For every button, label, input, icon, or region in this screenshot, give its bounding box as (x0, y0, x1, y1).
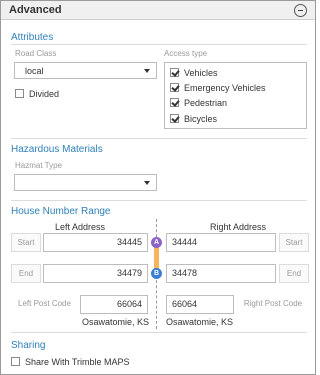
left-end-label: End (11, 264, 41, 283)
bicycles-checkbox[interactable] (170, 114, 179, 123)
collapse-icon[interactable] (294, 4, 307, 17)
divider (11, 332, 307, 333)
bicycles-label: Bicycles (184, 114, 218, 124)
advanced-panel: Advanced Attributes Road Class local Div… (0, 0, 316, 375)
divider (11, 44, 307, 45)
chevron-down-icon (144, 69, 150, 73)
left-end-input[interactable]: 34479 (43, 264, 148, 283)
right-start-label: Start (279, 233, 309, 252)
pedestrian-checkbox[interactable] (170, 98, 179, 107)
right-end-label: End (279, 264, 309, 283)
pedestrian-label: Pedestrian (184, 98, 228, 108)
house-number-title: House Number Range (11, 206, 111, 217)
right-post-code-input[interactable]: 66064 (166, 295, 234, 314)
hazmat-type-select[interactable] (14, 174, 157, 191)
left-address-header: Left Address (55, 222, 106, 232)
right-address-header: Right Address (210, 222, 267, 232)
right-city: Osawatomie, KS (166, 317, 234, 327)
emergency-vehicles-checkbox[interactable] (170, 83, 179, 92)
road-class-label: Road Class (15, 49, 57, 58)
vehicles-checkbox[interactable] (170, 68, 179, 77)
hazmat-title: Hazardous Materials (11, 144, 103, 155)
road-class-select[interactable]: local (14, 62, 157, 79)
right-post-code-label: Right Post Code (243, 299, 303, 308)
left-start-input[interactable]: 34445 (43, 233, 148, 252)
chevron-down-icon (144, 181, 150, 185)
divider (11, 138, 307, 139)
access-type-label: Access type (164, 49, 208, 58)
left-city: Osawatomie, KS (82, 317, 150, 327)
right-end-input[interactable]: 34478 (166, 264, 276, 283)
emergency-vehicles-label: Emergency Vehicles (184, 83, 266, 93)
road-class-value: local (25, 66, 44, 76)
attributes-title: Attributes (11, 32, 54, 43)
left-post-code-label: Left Post Code (18, 299, 71, 308)
share-checkbox[interactable] (11, 357, 20, 366)
divider (11, 200, 307, 201)
divided-label: Divided (29, 89, 60, 99)
share-label: Share With Trimble MAPS (25, 357, 130, 367)
sharing-title: Sharing (11, 340, 46, 351)
marker-a-icon: A (151, 237, 162, 248)
hazmat-type-label: Hazmat Type (15, 161, 62, 170)
panel-title: Advanced (9, 4, 62, 16)
vehicles-label: Vehicles (184, 68, 218, 78)
divided-checkbox[interactable] (15, 89, 24, 98)
panel-header[interactable]: Advanced (1, 1, 315, 20)
marker-b-icon: B (151, 268, 162, 279)
left-post-code-input[interactable]: 66064 (80, 295, 148, 314)
left-start-label: Start (11, 233, 41, 252)
right-start-input[interactable]: 34444 (166, 233, 276, 252)
